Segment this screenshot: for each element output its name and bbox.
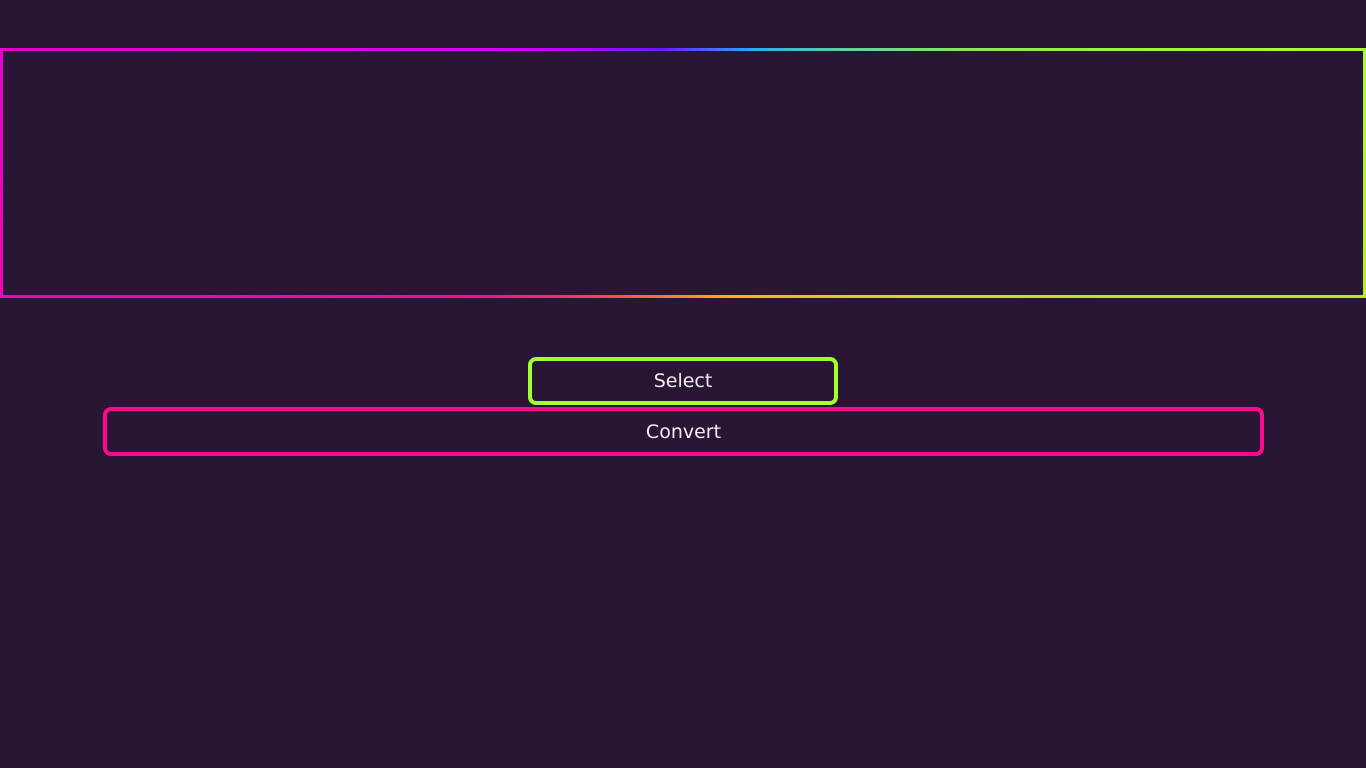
file-drop-zone[interactable]: [0, 48, 1366, 298]
convert-button[interactable]: Convert: [103, 407, 1264, 456]
select-button[interactable]: Select: [528, 357, 838, 405]
app-root: Select Convert: [0, 0, 1366, 768]
